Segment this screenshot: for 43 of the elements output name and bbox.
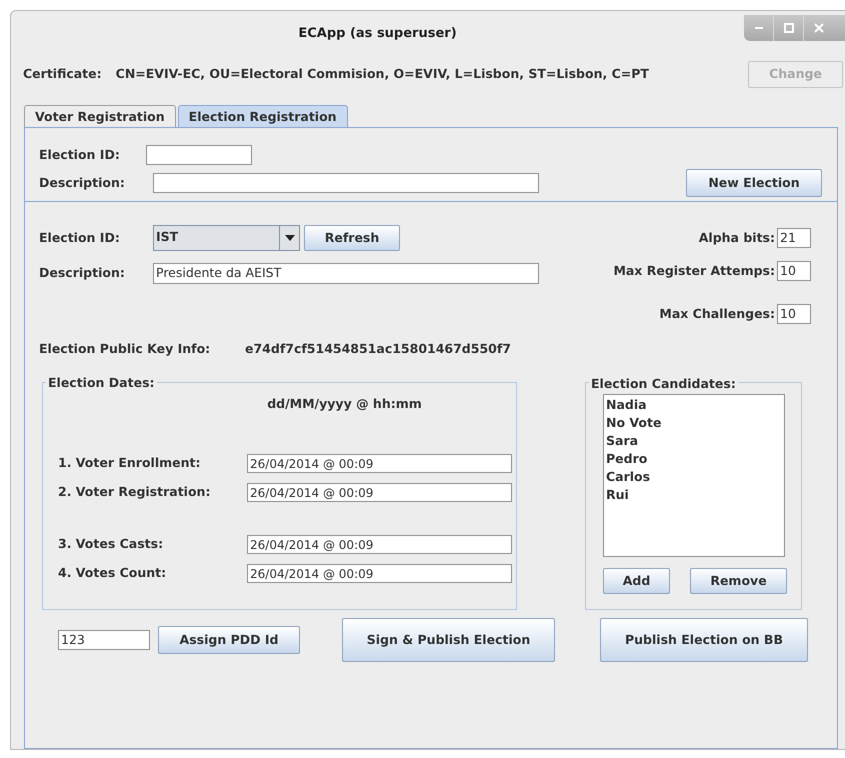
close-icon (814, 23, 824, 33)
field-label: Election ID: (39, 229, 121, 248)
field-label: Description: (39, 174, 126, 192)
new-election-button[interactable]: New Election (686, 169, 822, 198)
field-label: Description: (39, 264, 126, 282)
maximize-icon (784, 23, 794, 33)
number-input[interactable]: 10 (777, 260, 811, 281)
date-input[interactable]: 26/04/2014 @ 00:09 (247, 482, 512, 502)
add-button[interactable]: Add (603, 568, 670, 594)
refresh-button[interactable]: Refresh (304, 225, 400, 252)
field-label: Election ID: (39, 146, 121, 164)
date-label: 3. Votes Casts: (58, 535, 164, 554)
date-input[interactable]: 26/04/2014 @ 00:09 (247, 564, 512, 583)
date-label: 1. Voter Enrollment: (58, 454, 202, 472)
assign-pdd-id-button[interactable]: Assign PDD Id (158, 626, 300, 654)
field-label: Alpha bits: (698, 228, 775, 247)
remove-button[interactable]: Remove (690, 568, 787, 594)
certificate-value: CN=EVIV-EC, OU=Electoral Commision, O=EVIV, L=Lisbon, ST=Lisbon, C=PT (116, 65, 649, 84)
number-input[interactable]: 10 (777, 304, 811, 324)
election-id-dropdown[interactable]: IST (153, 225, 300, 252)
sign-publish-button[interactable]: Sign & Publish Election (342, 618, 555, 662)
pdd-id-input[interactable]: 123 (58, 630, 150, 650)
tab[interactable]: Voter Registration (24, 105, 176, 128)
dropdown-value: IST (155, 228, 180, 246)
date-input[interactable]: 26/04/2014 @ 00:09 (247, 454, 512, 473)
window-title: ECApp (as superuser) (298, 24, 457, 43)
field-label: Max Challenges: (659, 304, 775, 323)
field-label: Election Public Key Info: (39, 340, 212, 358)
tab[interactable]: Election Registration (178, 105, 348, 128)
description-input[interactable]: Presidente da AEIST (153, 262, 539, 284)
publish-bb-button[interactable]: Publish Election on BB (600, 618, 808, 662)
certificate-label: Certificate: (23, 65, 102, 84)
date-format-hint: dd/MM/yyyy @ hh:mm (267, 395, 422, 414)
caret-icon (284, 235, 294, 242)
minimize-icon (754, 26, 762, 30)
field-label: Max Register Attemps: (613, 262, 775, 280)
election-id-input[interactable] (146, 145, 252, 166)
date-input[interactable]: 26/04/2014 @ 00:09 (247, 534, 512, 554)
date-label: 2. Voter Registration: (58, 483, 212, 502)
public-key-value: e74df7cf51454851ac15801467d550f7 (245, 340, 511, 358)
date-label: 4. Votes Count: (58, 564, 168, 582)
description-input[interactable] (153, 173, 539, 194)
number-input[interactable]: 21 (777, 228, 811, 248)
